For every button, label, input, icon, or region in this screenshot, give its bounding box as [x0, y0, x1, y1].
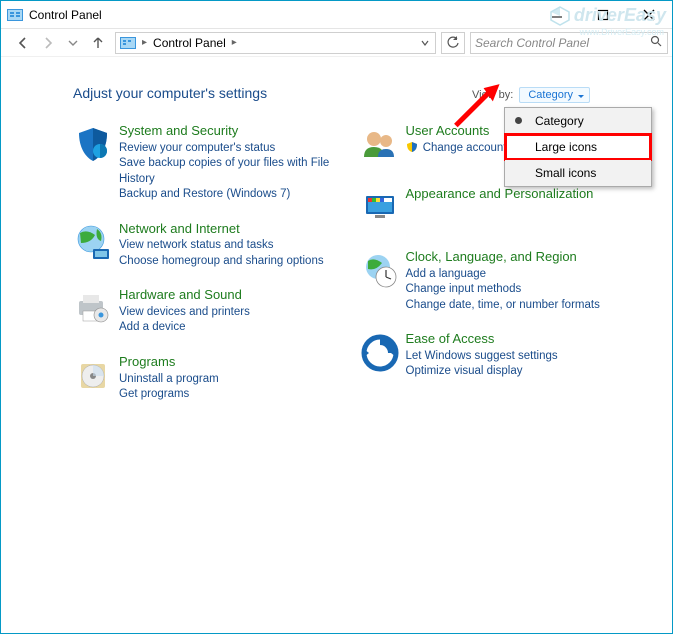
disc-icon [73, 354, 119, 403]
minimize-button[interactable] [534, 1, 580, 29]
search-input[interactable]: Search Control Panel [470, 32, 668, 54]
forward-button[interactable] [36, 31, 60, 55]
menu-item-category[interactable]: Category [505, 108, 651, 134]
navigation-bar: ▸ Control Panel ▸ Search Control Panel [1, 29, 672, 57]
category-column-left: System and Security Review your computer… [73, 123, 356, 421]
back-button[interactable] [11, 31, 35, 55]
category-link[interactable]: Add a device [119, 320, 250, 336]
address-dropdown-button[interactable] [417, 38, 433, 48]
category-title[interactable]: System and Security [119, 123, 356, 139]
refresh-button[interactable] [441, 32, 465, 54]
up-button[interactable] [86, 31, 110, 55]
control-panel-icon [120, 35, 136, 51]
users-icon [360, 123, 406, 168]
menu-item-label: Small icons [535, 166, 596, 180]
selected-indicator-icon [515, 117, 522, 124]
category-link[interactable]: Uninstall a program [119, 372, 219, 388]
category-link[interactable]: View devices and printers [119, 305, 250, 321]
category-network-and-internet: Network and Internet View network status… [73, 221, 356, 270]
content-area: Adjust your computer's settings View by:… [1, 57, 672, 633]
menu-item-label: Large icons [535, 140, 597, 154]
shield-icon [73, 123, 119, 203]
category-link[interactable]: Change input methods [406, 282, 600, 298]
control-panel-icon [7, 7, 23, 23]
view-by-value[interactable]: Category [519, 87, 590, 103]
category-link[interactable]: Optimize visual display [406, 364, 558, 380]
category-title[interactable]: Appearance and Personalization [406, 186, 594, 202]
category-ease-of-access: Ease of Access Let Windows suggest setti… [360, 331, 643, 380]
chevron-right-icon[interactable]: ▸ [230, 37, 239, 48]
category-link[interactable]: Get programs [119, 387, 219, 403]
category-hardware-and-sound: Hardware and Sound View devices and prin… [73, 287, 356, 336]
category-system-and-security: System and Security Review your computer… [73, 123, 356, 203]
category-link[interactable]: Choose homegroup and sharing options [119, 254, 324, 270]
recent-locations-button[interactable] [61, 31, 85, 55]
category-link[interactable]: View network status and tasks [119, 238, 324, 254]
ease-of-access-icon [360, 331, 406, 380]
search-placeholder: Search Control Panel [475, 36, 649, 50]
title-bar: Control Panel driverEasy www.DriverEasy.… [1, 1, 672, 29]
category-title[interactable]: Network and Internet [119, 221, 324, 237]
category-link[interactable]: Let Windows suggest settings [406, 349, 558, 365]
window-title: Control Panel [29, 8, 102, 22]
menu-item-small-icons[interactable]: Small icons [505, 160, 651, 186]
category-link[interactable]: Review your computer's status [119, 141, 356, 157]
menu-item-label: Category [535, 114, 584, 128]
breadcrumb-root[interactable]: Control Panel [149, 36, 230, 50]
monitor-icon [360, 186, 406, 231]
uac-shield-icon [406, 141, 418, 159]
printer-icon [73, 287, 119, 336]
chevron-right-icon[interactable]: ▸ [140, 37, 149, 48]
category-title[interactable]: Hardware and Sound [119, 287, 250, 303]
control-panel-window: Control Panel driverEasy www.DriverEasy.… [0, 0, 673, 634]
category-clock-language-and-region: Clock, Language, and Region Add a langua… [360, 249, 643, 313]
category-title[interactable]: Clock, Language, and Region [406, 249, 600, 265]
category-link[interactable]: Change date, time, or number formats [406, 298, 600, 314]
category-title[interactable]: Programs [119, 354, 219, 370]
address-bar[interactable]: ▸ Control Panel ▸ [115, 32, 436, 54]
category-link[interactable]: Save backup copies of your files with Fi… [119, 156, 356, 187]
category-link[interactable]: Backup and Restore (Windows 7) [119, 187, 356, 203]
close-button[interactable] [626, 1, 672, 29]
maximize-button[interactable] [580, 1, 626, 29]
clock-globe-icon [360, 249, 406, 313]
globe-icon [73, 221, 119, 270]
menu-item-large-icons[interactable]: Large icons [505, 134, 651, 160]
search-icon [649, 35, 663, 50]
category-title[interactable]: Ease of Access [406, 331, 558, 347]
category-programs: Programs Uninstall a program Get program… [73, 354, 356, 403]
category-link[interactable]: Add a language [406, 267, 600, 283]
view-by-dropdown: Category Large icons Small icons [504, 107, 652, 187]
category-appearance-and-personalization: Appearance and Personalization [360, 186, 643, 231]
